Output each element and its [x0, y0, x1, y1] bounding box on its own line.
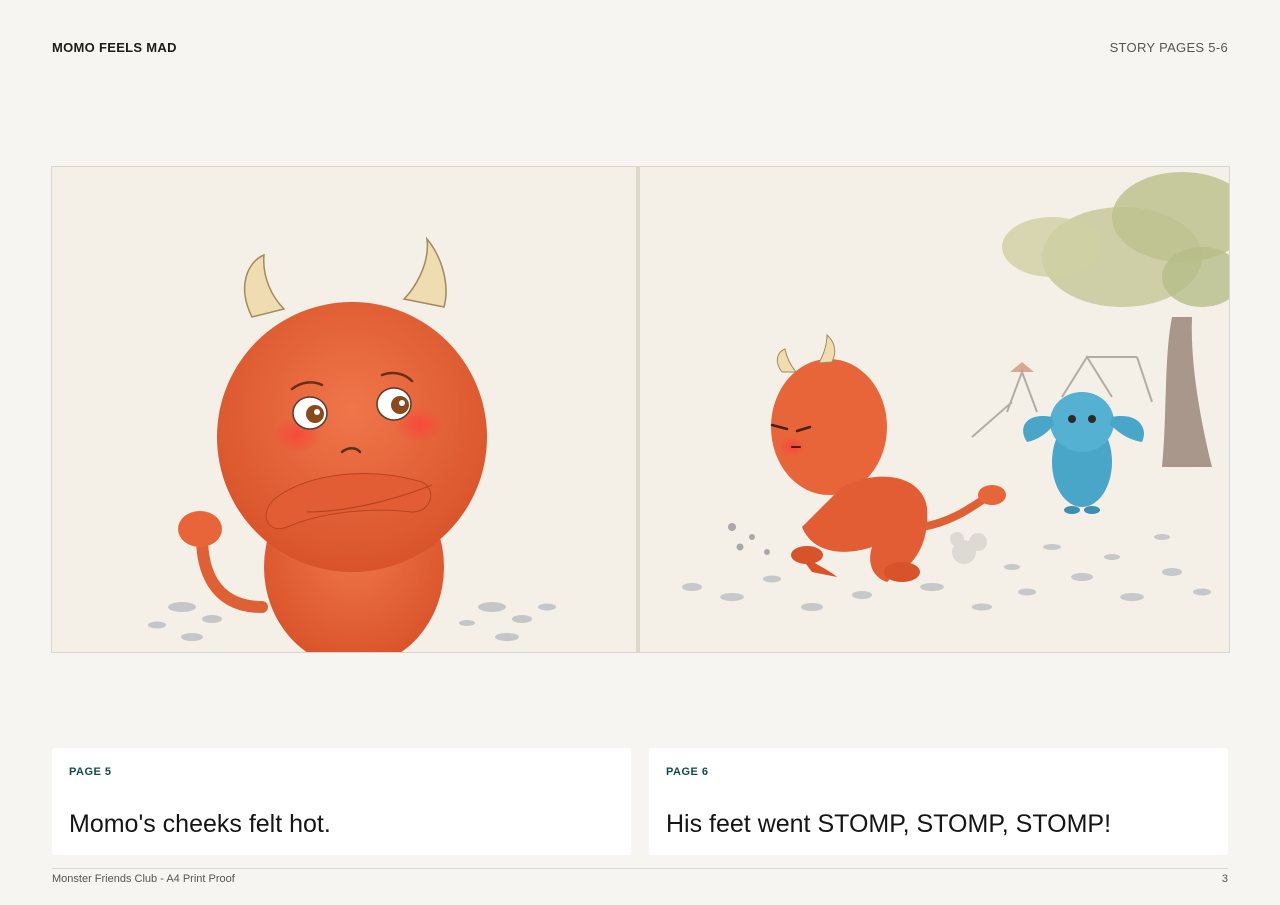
illustration-spread — [51, 166, 1230, 653]
footer-label: Monster Friends Club - A4 Print Proof — [52, 873, 235, 885]
page-5-label: PAGE 5 — [69, 766, 112, 778]
page-6-label: PAGE 6 — [666, 766, 709, 778]
section-label: STORY PAGES 5-6 — [1109, 40, 1228, 55]
spread-illustration — [52, 167, 1229, 652]
gutter — [636, 167, 640, 652]
footer-divider — [52, 868, 1228, 869]
book-title: MOMO FEELS MAD — [52, 40, 177, 55]
page-number: 3 — [1221, 873, 1228, 885]
page-5-text: Momo's cheeks felt hot. — [69, 810, 331, 838]
page-5-card: PAGE 5 Momo's cheeks felt hot. — [52, 748, 631, 855]
page-6-card: PAGE 6 His feet went STOMP, STOMP, STOMP… — [649, 748, 1228, 855]
page-6-text: His feet went STOMP, STOMP, STOMP! — [666, 810, 1112, 838]
